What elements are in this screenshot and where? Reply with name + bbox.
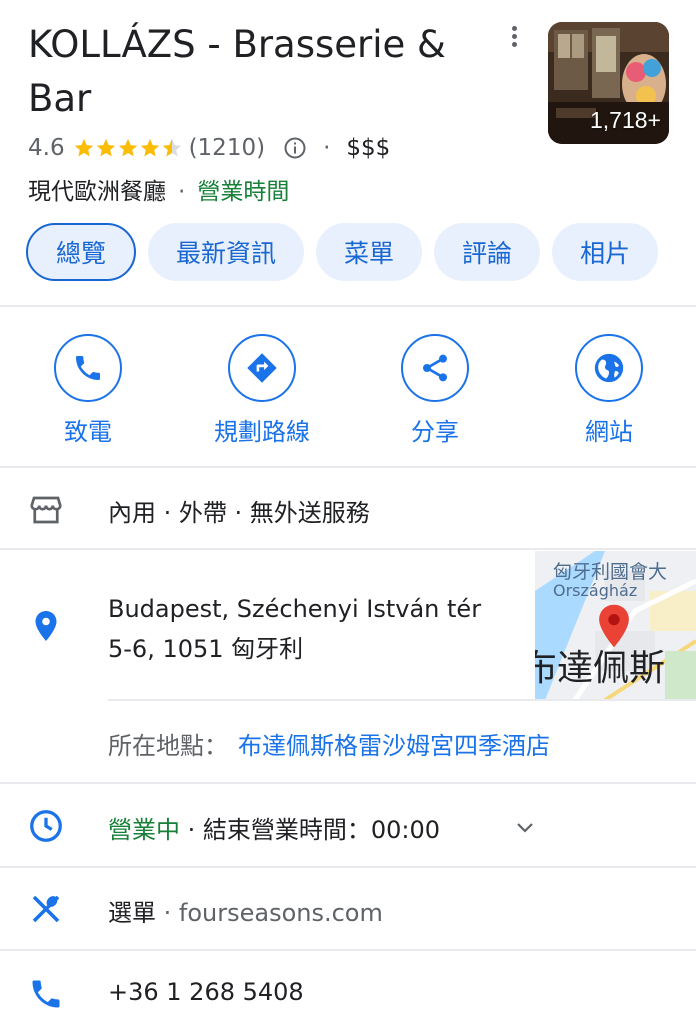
address-line1: Budapest, Széchenyi István tér bbox=[108, 595, 482, 623]
directions-action[interactable]: 規劃路線 bbox=[192, 334, 332, 447]
menu-label: 選單 bbox=[108, 899, 156, 927]
call-button[interactable] bbox=[54, 334, 122, 402]
map-thumbnail[interactable]: 匈牙利國會大 Országház 布達佩斯 bbox=[535, 551, 696, 700]
phone-number[interactable]: +36 1 268 5408 bbox=[108, 978, 304, 1006]
location-pin-icon bbox=[35, 611, 57, 641]
located-in-label: 所在地點： bbox=[108, 732, 228, 760]
located-in-value[interactable]: 布達佩斯格雷沙姆宮四季酒店 bbox=[238, 732, 550, 760]
half-star-icon bbox=[162, 138, 181, 157]
price-level: $$$ bbox=[346, 135, 391, 161]
separator-dot: · bbox=[178, 179, 186, 205]
star-icon bbox=[96, 138, 115, 157]
menu-sep: · bbox=[156, 899, 179, 927]
share-label: 分享 bbox=[411, 418, 459, 446]
website-label: 網站 bbox=[585, 418, 633, 446]
service-options: 內用 · 外帶 · 無外送服務 bbox=[108, 499, 370, 527]
website-action[interactable]: 網站 bbox=[539, 334, 679, 447]
open-status: 營業中 bbox=[108, 816, 180, 844]
star-icon bbox=[74, 138, 93, 157]
map-label-orszaghaz: Országház bbox=[553, 581, 638, 600]
tab-reviews[interactable]: 評論 bbox=[434, 223, 541, 281]
tab-bar: 總覽 最新資訊 菜單 評論 相片 bbox=[26, 223, 659, 281]
hours-row[interactable]: 營業中 · 結束營業時間：00:00 bbox=[108, 810, 440, 845]
star-icon bbox=[140, 138, 159, 157]
tab-overview[interactable]: 總覽 bbox=[26, 223, 137, 281]
tab-updates[interactable]: 最新資訊 bbox=[148, 223, 305, 281]
divider bbox=[0, 866, 696, 868]
menu-row[interactable]: 選單 · fourseasons.com bbox=[108, 893, 383, 928]
address[interactable]: Budapest, Széchenyi István tér 5-6, 1051… bbox=[108, 589, 481, 669]
chevron-down-icon[interactable] bbox=[512, 815, 538, 839]
map-pin-icon bbox=[599, 604, 629, 648]
more-options-icon[interactable] bbox=[503, 26, 525, 50]
directions-label: 規劃路線 bbox=[214, 418, 310, 446]
separator-dot: · bbox=[323, 135, 331, 161]
info-icon[interactable] bbox=[283, 136, 307, 160]
tab-photos[interactable]: 相片 bbox=[552, 223, 659, 281]
photo-thumbnail[interactable]: 1,718+ bbox=[548, 22, 669, 144]
divider bbox=[0, 466, 696, 468]
clock-icon bbox=[30, 810, 62, 842]
share-icon bbox=[423, 354, 447, 382]
divider bbox=[0, 305, 696, 307]
divider bbox=[0, 548, 696, 550]
address-line2: 5-6, 1051 匈牙利 bbox=[108, 635, 304, 663]
divider bbox=[0, 949, 696, 951]
share-button[interactable] bbox=[401, 334, 469, 402]
globe-icon bbox=[594, 353, 624, 383]
category-row: 現代歐洲餐廳 · 營業時間 bbox=[28, 172, 289, 206]
menu-site[interactable]: fourseasons.com bbox=[179, 899, 383, 927]
share-action[interactable]: 分享 bbox=[365, 334, 505, 447]
hours-link[interactable]: 營業時間 bbox=[197, 179, 289, 205]
located-in-row[interactable]: 所在地點： 布達佩斯格雷沙姆宮四季酒店 bbox=[108, 726, 550, 761]
rating-row: 4.6 (1210) · $$$ bbox=[28, 132, 390, 164]
star-icon bbox=[118, 138, 137, 157]
closing-time: 結束營業時間：00:00 bbox=[202, 816, 441, 844]
photo-count: 1,718+ bbox=[590, 107, 661, 133]
call-action[interactable]: 致電 bbox=[18, 334, 158, 447]
website-button[interactable] bbox=[575, 334, 643, 402]
map-label-parliament: 匈牙利國會大 bbox=[553, 561, 668, 583]
restaurant-icon bbox=[32, 895, 60, 923]
directions-icon bbox=[247, 353, 277, 383]
tab-menu[interactable]: 菜單 bbox=[316, 223, 423, 281]
category: 現代歐洲餐廳 bbox=[28, 179, 166, 205]
phone-icon bbox=[76, 356, 100, 380]
directions-button[interactable] bbox=[228, 334, 296, 402]
call-label: 致電 bbox=[64, 418, 112, 446]
phone-icon bbox=[32, 980, 60, 1008]
storefront-icon bbox=[30, 496, 62, 524]
hours-sep: · bbox=[180, 816, 203, 844]
place-title: KOLLÁZS - Brasserie & Bar bbox=[28, 23, 446, 120]
review-count[interactable]: (1210) bbox=[189, 135, 265, 161]
rating-value: 4.6 bbox=[28, 135, 65, 161]
divider bbox=[0, 782, 696, 784]
rating-stars bbox=[73, 137, 183, 159]
divider bbox=[108, 699, 696, 701]
